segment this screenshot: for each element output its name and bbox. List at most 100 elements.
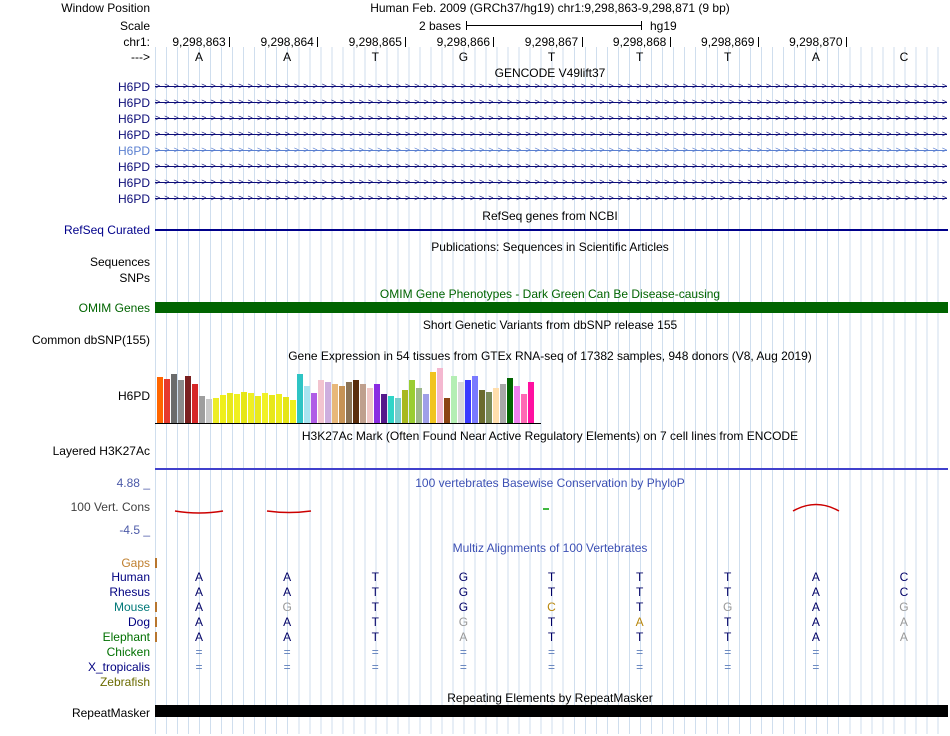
snps-label[interactable]: SNPs bbox=[0, 271, 150, 285]
gencode-transcript-line[interactable]: >>>>>>>>>>>>>>>>>>>>>>>>>>>>>>>>>>>>>>>>… bbox=[155, 176, 947, 190]
gtex-expression-bar[interactable] bbox=[479, 390, 485, 423]
refseq-curated-track[interactable] bbox=[155, 229, 948, 231]
gencode-transcript-line[interactable]: >>>>>>>>>>>>>>>>>>>>>>>>>>>>>>>>>>>>>>>>… bbox=[155, 192, 947, 206]
gtex-expression-bar[interactable] bbox=[402, 390, 408, 423]
gtex-expression-bar[interactable] bbox=[374, 384, 380, 423]
gtex-expression-bar[interactable] bbox=[325, 382, 331, 423]
gtex-expression-bar[interactable] bbox=[276, 394, 282, 423]
gencode-transcript-line[interactable]: >>>>>>>>>>>>>>>>>>>>>>>>>>>>>>>>>>>>>>>>… bbox=[155, 160, 947, 174]
gencode-transcript-label[interactable]: H6PD bbox=[0, 144, 150, 158]
alignment-base: = bbox=[459, 645, 467, 659]
gaps-label[interactable]: Gaps bbox=[0, 556, 150, 570]
gtex-expression-bar[interactable] bbox=[318, 380, 324, 423]
gtex-expression-bar[interactable] bbox=[353, 380, 359, 423]
gtex-expression-bar[interactable] bbox=[262, 393, 268, 423]
gtex-expression-bar[interactable] bbox=[311, 393, 317, 423]
gtex-expression-bar[interactable] bbox=[528, 382, 534, 423]
gencode-transcript-line[interactable]: >>>>>>>>>>>>>>>>>>>>>>>>>>>>>>>>>>>>>>>>… bbox=[155, 128, 947, 142]
gtex-expression-bar[interactable] bbox=[199, 396, 205, 423]
gtex-expression-bar[interactable] bbox=[171, 374, 177, 423]
gtex-expression-bar[interactable] bbox=[500, 384, 506, 423]
gtex-expression-bar[interactable] bbox=[437, 368, 443, 423]
gtex-expression-bar[interactable] bbox=[521, 394, 527, 423]
refseq-curated-label[interactable]: RefSeq Curated bbox=[0, 223, 150, 237]
gtex-expression-bar[interactable] bbox=[493, 388, 499, 423]
species-label[interactable]: X_tropicalis bbox=[0, 660, 150, 674]
gtex-expression-bar[interactable] bbox=[178, 380, 184, 423]
species-label[interactable]: Elephant bbox=[0, 630, 150, 644]
repeatmasker-label[interactable]: RepeatMasker bbox=[0, 706, 150, 720]
omim-genes-label[interactable]: OMIM Genes bbox=[0, 301, 150, 315]
gtex-expression-bar[interactable] bbox=[416, 388, 422, 423]
common-dbsnp-label[interactable]: Common dbSNP(155) bbox=[0, 333, 150, 347]
gtex-expression-bar[interactable] bbox=[444, 398, 450, 423]
gtex-expression-bar[interactable] bbox=[206, 399, 212, 423]
gencode-transcript-line[interactable]: >>>>>>>>>>>>>>>>>>>>>>>>>>>>>>>>>>>>>>>>… bbox=[155, 112, 947, 126]
sequences-label[interactable]: Sequences bbox=[0, 255, 150, 269]
gtex-expression-bar[interactable] bbox=[430, 372, 436, 423]
gencode-transcript-label[interactable]: H6PD bbox=[0, 128, 150, 142]
ruler-tick bbox=[405, 37, 407, 47]
gencode-transcript-label[interactable]: H6PD bbox=[0, 80, 150, 94]
gencode-transcript-line[interactable]: >>>>>>>>>>>>>>>>>>>>>>>>>>>>>>>>>>>>>>>>… bbox=[155, 144, 947, 158]
gtex-expression-bar[interactable] bbox=[465, 380, 471, 423]
gtex-gene-label[interactable]: H6PD bbox=[0, 389, 150, 403]
vert-cons-label[interactable]: 100 Vert. Cons bbox=[0, 500, 150, 514]
gtex-expression-bar[interactable] bbox=[395, 398, 401, 423]
gencode-transcript-label[interactable]: H6PD bbox=[0, 176, 150, 190]
gtex-expression-bar[interactable] bbox=[388, 396, 394, 423]
gtex-expression-bar[interactable] bbox=[297, 374, 303, 423]
gtex-expression-bar[interactable] bbox=[472, 376, 478, 423]
gtex-expression-bar[interactable] bbox=[346, 382, 352, 423]
gtex-expression-bar[interactable] bbox=[185, 376, 191, 423]
gtex-expression-bar[interactable] bbox=[241, 392, 247, 423]
reference-base: T bbox=[724, 50, 732, 64]
gtex-expression-bar[interactable] bbox=[234, 394, 240, 423]
species-label[interactable]: Rhesus bbox=[0, 585, 150, 599]
gencode-transcript-line[interactable]: >>>>>>>>>>>>>>>>>>>>>>>>>>>>>>>>>>>>>>>>… bbox=[155, 80, 947, 94]
gtex-expression-bar[interactable] bbox=[269, 395, 275, 423]
gtex-expression-bar[interactable] bbox=[458, 382, 464, 423]
species-label[interactable]: Chicken bbox=[0, 645, 150, 659]
gencode-transcript-label[interactable]: H6PD bbox=[0, 96, 150, 110]
alignment-base: A bbox=[283, 615, 292, 629]
gtex-expression-bar[interactable] bbox=[255, 396, 261, 423]
gtex-expression-bar[interactable] bbox=[248, 393, 254, 423]
gtex-expression-bar[interactable] bbox=[332, 384, 338, 423]
gtex-expression-bar[interactable] bbox=[213, 398, 219, 423]
species-label[interactable]: Dog bbox=[0, 615, 150, 629]
gtex-expression-bar[interactable] bbox=[290, 400, 296, 423]
gencode-transcript-line[interactable]: >>>>>>>>>>>>>>>>>>>>>>>>>>>>>>>>>>>>>>>>… bbox=[155, 96, 947, 110]
gtex-expression-bar[interactable] bbox=[514, 386, 520, 423]
gtex-expression-bar[interactable] bbox=[164, 379, 170, 423]
alignment-base: A bbox=[195, 585, 204, 599]
gtex-expression-bar[interactable] bbox=[339, 386, 345, 423]
h3k27ac-baseline[interactable] bbox=[155, 468, 948, 470]
phylop-track[interactable] bbox=[155, 496, 948, 536]
refseq-title: RefSeq genes from NCBI bbox=[482, 209, 618, 223]
gtex-expression-bar[interactable] bbox=[507, 378, 513, 423]
species-label[interactable]: Mouse bbox=[0, 600, 150, 614]
gtex-expression-bar[interactable] bbox=[304, 386, 310, 423]
gtex-expression-bar[interactable] bbox=[423, 394, 429, 423]
gtex-expression-bar[interactable] bbox=[220, 395, 226, 423]
repeatmasker-title: Repeating Elements by RepeatMasker bbox=[447, 691, 653, 705]
omim-genes-track[interactable] bbox=[155, 302, 948, 313]
gencode-transcript-label[interactable]: H6PD bbox=[0, 112, 150, 126]
gencode-transcript-label[interactable]: H6PD bbox=[0, 160, 150, 174]
repeatmasker-track[interactable] bbox=[155, 705, 948, 717]
layered-h3k27ac-label[interactable]: Layered H3K27Ac bbox=[0, 444, 150, 458]
gtex-expression-bar[interactable] bbox=[409, 380, 415, 423]
gtex-expression-bar[interactable] bbox=[367, 388, 373, 423]
gencode-transcript-label[interactable]: H6PD bbox=[0, 192, 150, 206]
gtex-expression-bar[interactable] bbox=[451, 376, 457, 423]
gtex-expression-bar[interactable] bbox=[283, 397, 289, 423]
gtex-expression-bar[interactable] bbox=[486, 392, 492, 423]
species-label[interactable]: Human bbox=[0, 570, 150, 584]
gtex-expression-bar[interactable] bbox=[360, 384, 366, 423]
gtex-expression-bar[interactable] bbox=[157, 377, 163, 423]
gtex-expression-bar[interactable] bbox=[227, 393, 233, 423]
species-label[interactable]: Zebrafish bbox=[0, 675, 150, 689]
gtex-expression-bar[interactable] bbox=[381, 394, 387, 423]
gtex-expression-bar[interactable] bbox=[192, 384, 198, 423]
